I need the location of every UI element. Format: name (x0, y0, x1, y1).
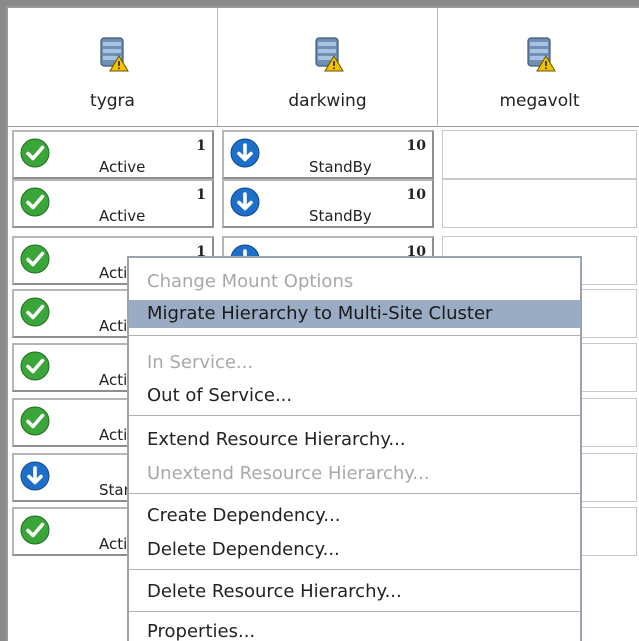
resource-cell-darkwing[interactable]: StandBy 10 (222, 130, 434, 179)
resource-priority: 10 (406, 187, 426, 203)
check-icon (20, 515, 50, 545)
check-icon (20, 351, 50, 381)
resource-cell-megavolt[interactable] (442, 179, 637, 228)
resource-state: Active (99, 158, 146, 176)
server-name: megavolt (499, 91, 580, 111)
check-icon (20, 406, 50, 436)
server-warning-icon (99, 37, 129, 72)
server-warning-icon (526, 37, 556, 72)
server-column-header-megavolt[interactable]: megavolt (438, 8, 639, 126)
menu-item-out-of-service[interactable]: Out of Service... (129, 382, 580, 410)
menu-item-delete-dependency[interactable]: Delete Dependency... (129, 536, 580, 564)
resource-cell-tygra[interactable]: Active 1 (12, 179, 214, 228)
menu-item-unextend-resource-hierarchy[interactable]: Unextend Resource Hierarchy... (129, 460, 580, 488)
resource-cell-megavolt[interactable] (442, 130, 637, 179)
menu-item-delete-resource-hierarchy[interactable]: Delete Resource Hierarchy... (129, 578, 580, 606)
resource-priority: 1 (196, 138, 206, 154)
menu-item-change-mount-options[interactable]: Change Mount Options (129, 268, 580, 296)
resource-cell-darkwing[interactable]: StandBy 10 (222, 179, 434, 228)
menu-separator (129, 415, 580, 416)
check-icon (20, 244, 50, 274)
menu-separator (129, 493, 580, 494)
resource-priority: 10 (406, 138, 426, 154)
arrow-down-icon (20, 461, 50, 491)
resource-state: StandBy (309, 207, 372, 225)
arrow-down-icon (230, 187, 260, 217)
resource-priority: 1 (196, 187, 206, 203)
menu-item-migrate-hierarchy[interactable]: Migrate Hierarchy to Multi-Site Cluster (129, 300, 580, 328)
check-icon (20, 187, 50, 217)
menu-item-create-dependency[interactable]: Create Dependency... (129, 502, 580, 530)
server-name: tygra (90, 91, 135, 111)
header-divider (8, 126, 639, 127)
resource-state: StandBy (309, 158, 372, 176)
resource-cell-tygra[interactable]: Active 1 (12, 130, 214, 179)
menu-separator (129, 335, 580, 336)
menu-item-properties[interactable]: Properties... (129, 618, 580, 641)
resource-hierarchy-grid: tygra darkwing megavolt Active 1 StandBy 10… (6, 6, 639, 641)
arrow-down-icon (230, 138, 260, 168)
resource-state: Active (99, 207, 146, 225)
server-column-header-darkwing[interactable]: darkwing (218, 8, 438, 126)
server-warning-icon (314, 37, 344, 72)
menu-separator (129, 611, 580, 612)
context-menu: Change Mount Options Migrate Hierarchy t… (127, 256, 582, 641)
menu-item-in-service[interactable]: In Service... (129, 349, 580, 377)
server-column-header-tygra[interactable]: tygra (8, 8, 218, 126)
menu-item-extend-resource-hierarchy[interactable]: Extend Resource Hierarchy... (129, 426, 580, 454)
check-icon (20, 138, 50, 168)
check-icon (20, 297, 50, 327)
menu-separator (129, 569, 580, 570)
server-name: darkwing (288, 91, 367, 111)
